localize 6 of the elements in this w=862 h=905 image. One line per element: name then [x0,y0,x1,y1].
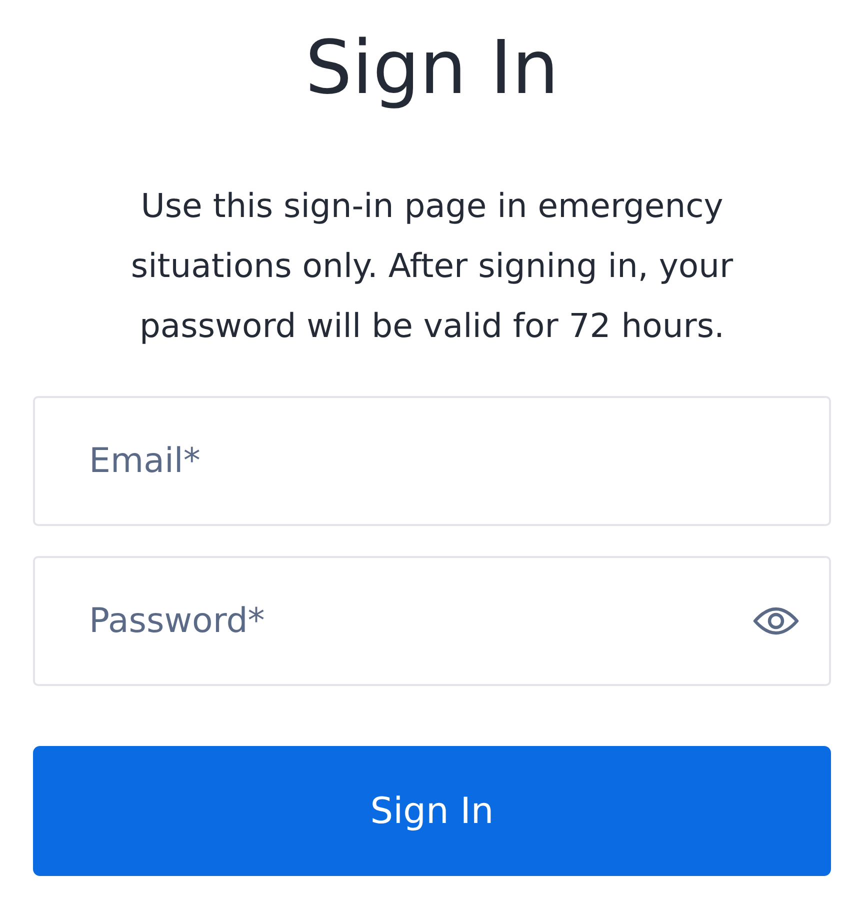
page-title: Sign In [305,24,559,113]
sign-in-button[interactable]: Sign In [33,746,831,876]
email-field[interactable]: Email* [33,396,831,526]
description-text: Use this sign-in page in emergency situations only. After signing in, your password will be valid for 72 hours. [130,185,734,347]
eye-icon[interactable] [753,605,799,637]
password-field[interactable]: Password* [33,556,831,686]
